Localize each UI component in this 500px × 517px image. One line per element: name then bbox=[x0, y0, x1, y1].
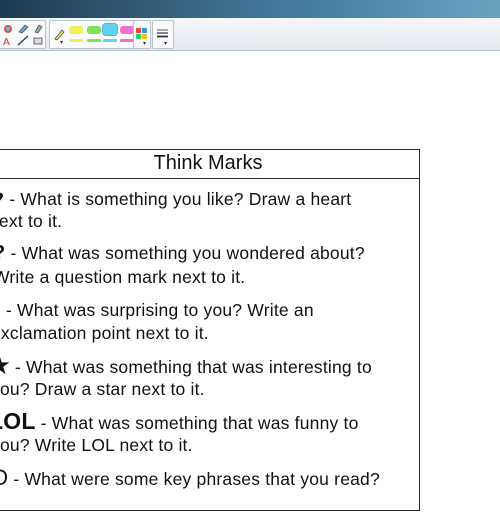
cyan-swatch[interactable] bbox=[102, 23, 118, 36]
item-line: ★ - What was something that was interest… bbox=[0, 353, 372, 380]
chevron-down-icon[interactable]: ▾ bbox=[143, 40, 146, 47]
item-line: ♥ - What is something you like? Draw a h… bbox=[0, 185, 351, 212]
tool-group-palette: ▾ bbox=[133, 20, 151, 49]
thin-pink-swatch[interactable] bbox=[120, 39, 134, 42]
star-icon: ★ bbox=[0, 352, 10, 378]
list-item: ♥ - What is something you like? Draw a h… bbox=[0, 181, 417, 237]
green-swatch[interactable] bbox=[87, 26, 101, 34]
pen-tool-icon[interactable] bbox=[2, 23, 14, 34]
card-title: Think Marks bbox=[0, 150, 419, 179]
shape-eraser-icon[interactable] bbox=[32, 35, 44, 46]
tool-group-colors: ▾ bbox=[49, 20, 137, 49]
lol-mark: LOL bbox=[0, 408, 36, 434]
color-palette-icon[interactable] bbox=[136, 28, 148, 39]
window-title-bar bbox=[0, 0, 500, 18]
item-line: ? - What was something you wondered abou… bbox=[0, 241, 365, 266]
drawing-toolbar: A ▾ ▾ ▾ bbox=[0, 18, 500, 51]
text-tool-icon[interactable]: A bbox=[2, 35, 14, 46]
thin-yellow-swatch[interactable] bbox=[69, 39, 83, 42]
pink-swatch[interactable] bbox=[120, 26, 134, 34]
tool-group-line-style: ▾ bbox=[152, 20, 174, 49]
item-line: exclamation point next to it. bbox=[0, 323, 209, 343]
list-item: ★ - What was something that was interest… bbox=[0, 349, 417, 405]
chevron-down-icon[interactable]: ▾ bbox=[164, 40, 167, 47]
list-item: O - What were some key phrases that you … bbox=[0, 461, 417, 517]
item-line: Write a question mark next to it. bbox=[0, 267, 246, 287]
svg-text:A: A bbox=[3, 37, 10, 46]
item-line: you? Write LOL next to it. bbox=[0, 435, 193, 455]
thin-cyan-swatch[interactable] bbox=[103, 39, 117, 42]
list-item: ? - What was something you wondered abou… bbox=[0, 237, 417, 293]
item-line: ! - What was surprising to you? Write an bbox=[0, 297, 314, 323]
item-line: O - What were some key phrases that you … bbox=[0, 465, 380, 492]
yellow-swatch[interactable] bbox=[69, 26, 83, 34]
line-tool-icon[interactable] bbox=[17, 35, 29, 46]
item-line: next to it. bbox=[0, 211, 63, 231]
think-marks-card: Think Marks ♥ - What is something you li… bbox=[0, 149, 420, 511]
eraser-tool-icon[interactable] bbox=[32, 23, 44, 34]
marker-icon[interactable] bbox=[53, 27, 65, 41]
item-line: LOL - What was something that was funny … bbox=[0, 409, 359, 436]
item-line: you? Draw a star next to it. bbox=[0, 379, 205, 399]
list-item: LOL - What was something that was funny … bbox=[0, 405, 417, 461]
line-width-icon[interactable] bbox=[157, 28, 169, 39]
thin-green-swatch[interactable] bbox=[87, 39, 101, 42]
think-marks-list: ♥ - What is something you like? Draw a h… bbox=[0, 181, 417, 517]
chevron-down-icon[interactable]: ▾ bbox=[60, 39, 63, 46]
highlighter-tool-icon[interactable] bbox=[17, 23, 29, 34]
tool-group-pens: A bbox=[0, 20, 46, 49]
list-item: ! - What was surprising to you? Write an… bbox=[0, 293, 417, 349]
